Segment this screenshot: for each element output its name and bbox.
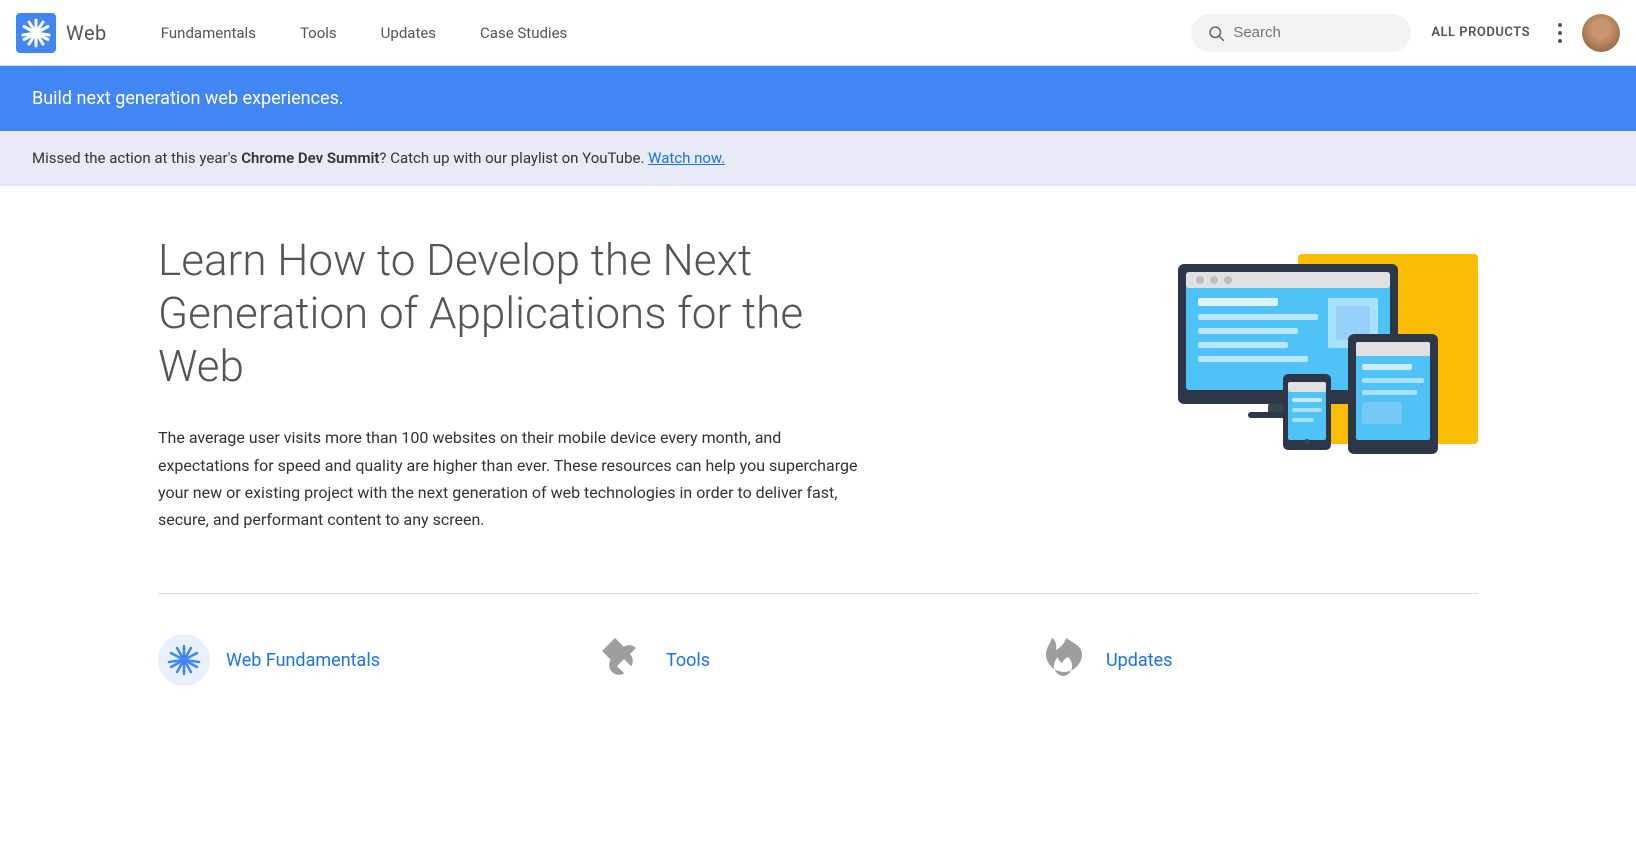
search-container[interactable] — [1191, 14, 1411, 52]
hero-section: Learn How to Develop the Next Generation… — [158, 234, 1478, 533]
hero-title: Learn How to Develop the Next Generation… — [158, 234, 858, 392]
updates-link[interactable]: Updates — [1106, 650, 1172, 671]
notification-prefix: Missed the action at this year's — [32, 149, 241, 167]
nav-link-updates[interactable]: Updates — [359, 0, 458, 66]
nav-link-fundamentals[interactable]: Fundamentals — [139, 0, 278, 66]
bottom-link-tools[interactable]: Tools — [598, 634, 1038, 686]
notification-bold: Chrome Dev Summit — [241, 149, 379, 167]
logo-text: Web — [66, 21, 107, 45]
bottom-link-updates[interactable]: Updates — [1038, 634, 1478, 686]
notification-suffix: ? Catch up with our playlist on YouTube. — [379, 149, 648, 167]
more-dot-2 — [1558, 31, 1562, 35]
more-dot-3 — [1558, 39, 1562, 43]
hero-text: Learn How to Develop the Next Generation… — [158, 234, 1058, 533]
web-fundamentals-link[interactable]: Web Fundamentals — [226, 650, 380, 671]
watch-now-link[interactable]: Watch now. — [648, 149, 725, 167]
bottom-links: Web Fundamentals Tools Updates — [158, 593, 1478, 686]
hero-illustration — [1118, 234, 1478, 454]
user-avatar[interactable] — [1582, 14, 1620, 52]
navbar: Web Fundamentals Tools Updates Case Stud… — [0, 0, 1636, 66]
search-icon — [1207, 24, 1225, 42]
search-input[interactable] — [1233, 24, 1395, 41]
more-dot-1 — [1558, 23, 1562, 27]
tools-link[interactable]: Tools — [666, 650, 710, 671]
all-products-button[interactable]: ALL PRODUCTS — [1423, 25, 1538, 40]
hero-description: The average user visits more than 100 we… — [158, 424, 858, 533]
web-fundamentals-icon — [158, 634, 210, 686]
logo-icon — [16, 13, 56, 53]
nav-link-tools[interactable]: Tools — [278, 0, 359, 66]
hero-banner-text: Build next generation web experiences. — [32, 88, 344, 109]
devices-illustration — [1118, 234, 1478, 454]
tools-icon — [598, 634, 650, 686]
avatar-image — [1582, 14, 1620, 52]
bottom-link-fundamentals[interactable]: Web Fundamentals — [158, 634, 598, 686]
nav-logo[interactable]: Web — [16, 13, 107, 53]
nav-links: Fundamentals Tools Updates Case Studies — [139, 0, 1192, 66]
notification-bar: Missed the action at this year's Chrome … — [0, 131, 1636, 186]
nav-right: ALL PRODUCTS — [1191, 14, 1620, 52]
main-content: Learn How to Develop the Next Generation… — [118, 186, 1518, 726]
more-options-button[interactable] — [1550, 15, 1570, 51]
hero-banner: Build next generation web experiences. — [0, 66, 1636, 131]
updates-icon — [1038, 634, 1090, 686]
nav-link-case-studies[interactable]: Case Studies — [458, 0, 589, 66]
